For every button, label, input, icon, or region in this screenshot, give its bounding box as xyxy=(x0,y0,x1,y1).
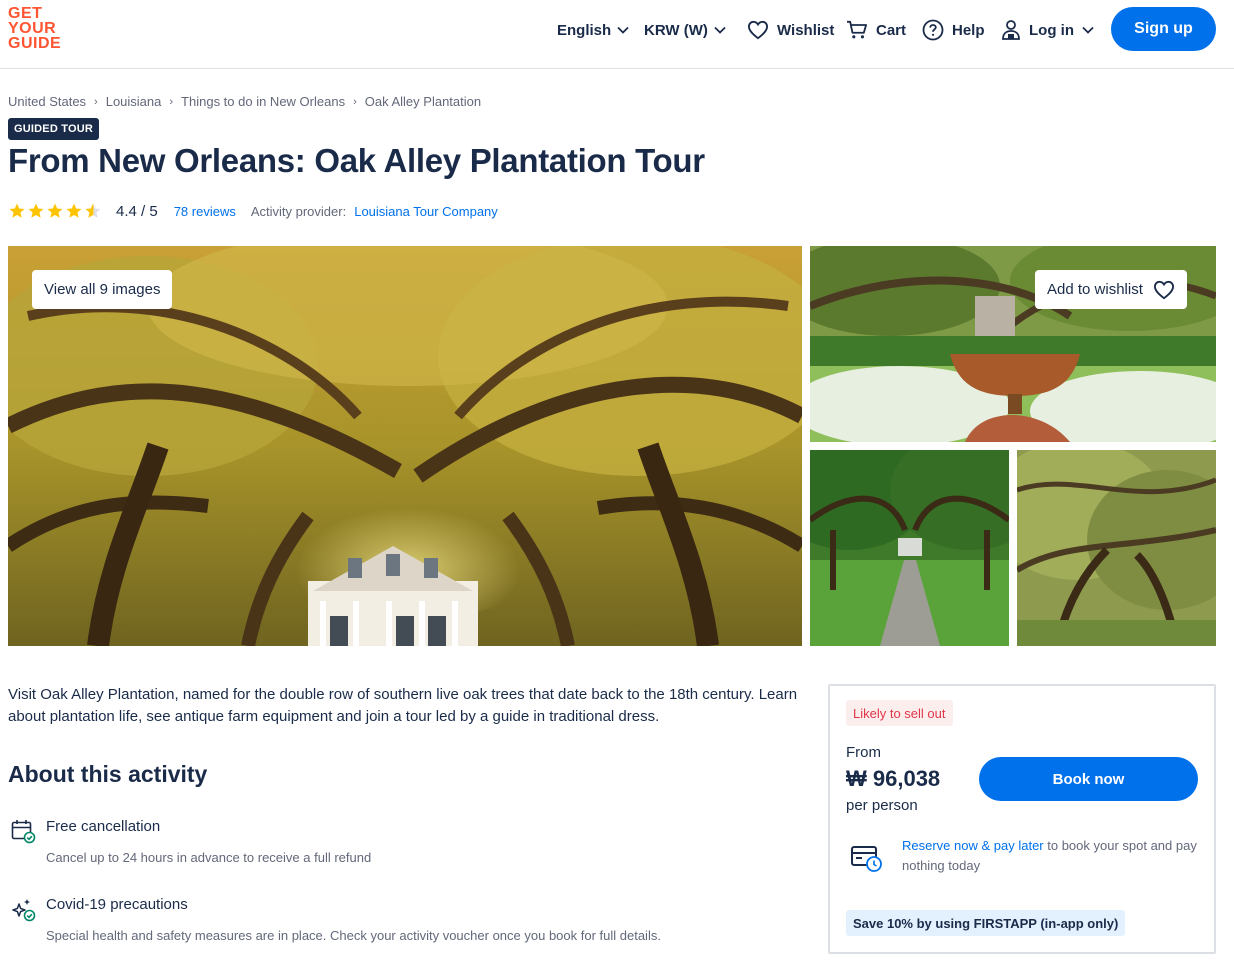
view-all-images-button[interactable]: View all 9 images xyxy=(32,270,173,309)
cart-label: Cart xyxy=(876,21,907,39)
chevron-down-icon xyxy=(1082,26,1094,34)
star-rating xyxy=(8,202,102,220)
wishlist-link[interactable]: Wishlist xyxy=(747,18,834,42)
getyourguide-logo[interactable]: GET YOUR GUIDE xyxy=(8,5,66,52)
provider-label: Activity provider: xyxy=(250,203,347,219)
activity-description: Visit Oak Alley Plantation, named for th… xyxy=(8,686,798,725)
star-icon xyxy=(28,203,44,218)
language-label: English xyxy=(557,21,612,39)
breadcrumb-item[interactable]: Louisiana xyxy=(106,94,162,109)
cart-icon xyxy=(847,20,867,39)
breadcrumb-separator-icon: › xyxy=(353,95,357,108)
price-value: ₩ 96,038 xyxy=(846,766,941,791)
gallery-image-canopy[interactable] xyxy=(1017,450,1216,646)
cart-link[interactable]: Cart xyxy=(846,18,906,42)
language-selector[interactable]: English xyxy=(557,18,629,42)
chevron-down-icon xyxy=(617,26,629,34)
breadcrumb-separator-icon: › xyxy=(94,95,98,108)
rating-value: 4.4 / 5 xyxy=(116,202,158,220)
reserve-now-pay-later-link[interactable]: Reserve now & pay later xyxy=(902,838,1044,853)
rating-row: 4.4 / 5 78 reviews Activity provider: Lo… xyxy=(8,200,498,222)
breadcrumb-item[interactable]: Things to do in New Orleans xyxy=(181,94,345,109)
breadcrumb: United States › Louisiana › Things to do… xyxy=(8,94,481,109)
feature-title: Free cancellation xyxy=(46,818,161,835)
reviews-link[interactable]: 78 reviews xyxy=(174,204,236,219)
calendar-check-icon xyxy=(11,820,36,844)
currency-label: KRW (W) xyxy=(644,21,708,39)
signup-button[interactable]: Sign up xyxy=(1111,7,1216,51)
oak-canopy-image xyxy=(1017,450,1216,646)
feature-description: Special health and safety measures are i… xyxy=(46,928,661,943)
oak-path-image xyxy=(810,450,1009,646)
breadcrumb-item[interactable]: United States xyxy=(8,94,86,109)
per-person-label: per person xyxy=(846,797,918,814)
feature-description: Cancel up to 24 hours in advance to rece… xyxy=(46,850,372,865)
star-icon xyxy=(9,203,25,218)
heart-icon xyxy=(1153,280,1174,299)
logo-line: YOUR xyxy=(8,20,57,37)
book-now-button[interactable]: Book now xyxy=(979,757,1198,801)
help-icon xyxy=(922,19,944,41)
reserve-info: Reserve now & pay later to book your spo… xyxy=(902,836,1202,876)
price-from-label: From xyxy=(846,744,881,761)
sparkles-icon xyxy=(12,899,36,922)
user-lock-icon xyxy=(1002,20,1020,40)
logo-line: GET xyxy=(8,5,43,22)
heart-icon xyxy=(747,20,769,40)
provider-link[interactable]: Louisiana Tour Company xyxy=(354,204,498,219)
half-star-icon xyxy=(85,203,101,218)
add-to-wishlist-button[interactable]: Add to wishlist xyxy=(1035,270,1187,309)
wishlist-label: Wishlist xyxy=(777,21,835,39)
tour-type-badge: GUIDED TOUR xyxy=(8,118,100,140)
star-icon xyxy=(47,203,63,218)
help-label: Help xyxy=(952,21,985,39)
about-activity-title: About this activity xyxy=(8,761,208,787)
booking-card: Likely to sell out From ₩ 96,038 per per… xyxy=(828,684,1216,954)
calendar-clock-icon xyxy=(851,846,882,872)
star-icon xyxy=(66,203,82,218)
login-menu[interactable]: Log in xyxy=(1001,18,1094,42)
promo-code-badge: Save 10% by using FIRSTAPP (in-app only) xyxy=(846,910,1126,936)
likely-to-sell-out-badge: Likely to sell out xyxy=(846,700,953,726)
logo-line: GUIDE xyxy=(8,35,62,52)
page-title: From New Orleans: Oak Alley Plantation T… xyxy=(8,142,705,179)
feature-title: Covid-19 precautions xyxy=(46,896,188,913)
gallery-image-path[interactable] xyxy=(810,450,1009,646)
header: GET YOUR GUIDE English KRW (W) Wishlist … xyxy=(0,0,1234,69)
login-label: Log in xyxy=(1029,21,1074,39)
chevron-down-icon xyxy=(714,26,726,34)
breadcrumb-separator-icon: › xyxy=(169,95,174,108)
breadcrumb-item[interactable]: Oak Alley Plantation xyxy=(365,94,481,109)
add-to-wishlist-label: Add to wishlist xyxy=(1047,281,1143,298)
currency-selector[interactable]: KRW (W) xyxy=(644,18,726,42)
help-link[interactable]: Help xyxy=(922,18,985,42)
